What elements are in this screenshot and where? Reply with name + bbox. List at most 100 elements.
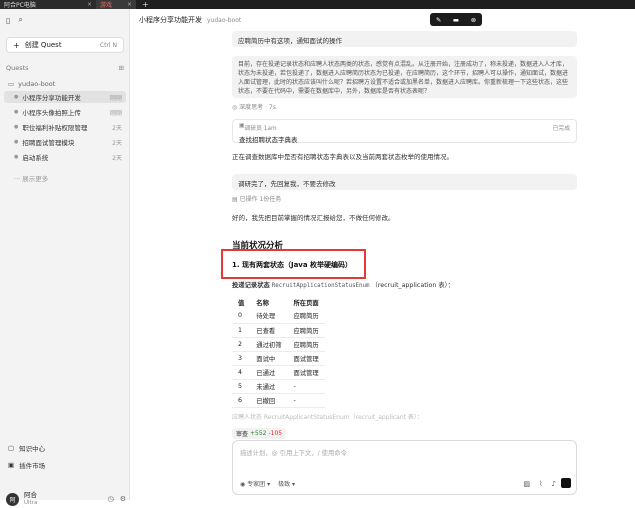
ai-message-1: 正在调查数据库中是否有招聘状态字典表以及当前两套状态枚举的使用情况。: [232, 153, 453, 161]
dot-icon: ●: [14, 124, 19, 130]
sidebar-item-interview[interactable]: ● 招聘面试管理模块 2天: [4, 136, 126, 148]
sidebar-item-label: 职位福利补贴权限管理: [22, 124, 88, 132]
filter-icon[interactable]: ⊞: [119, 64, 124, 72]
folder-icon: ▭: [8, 80, 15, 88]
attach-icon[interactable]: ⌇: [539, 480, 542, 488]
sidebar-item-benefits[interactable]: ● 职位福利补贴权限管理 2天: [4, 121, 126, 133]
table-cell: 3: [232, 351, 251, 366]
new-tab-icon[interactable]: +: [136, 0, 155, 9]
tab-game-label: 游戏: [100, 2, 113, 9]
sidebar-item-label: 小程序分享功能开发: [22, 94, 81, 102]
plugin-market-link[interactable]: ▣ 插件市场: [8, 460, 45, 470]
plugin-market-label: 插件市场: [19, 462, 46, 470]
quests-label: Quests: [6, 64, 29, 72]
keyboard-icon[interactable]: ▬: [453, 16, 459, 24]
message-input[interactable]: 描述计划，@ 引用上下文，/ 使用命令 ◉ 专家团 ▾ 极致 ▾ ▨ ⌇ ♪: [232, 440, 577, 495]
folder-label: yudao-boot: [18, 80, 56, 88]
table-row: 3 面试中 面试管理: [232, 351, 325, 366]
spinner-icon: ●: [14, 109, 19, 115]
op-status[interactable]: ▤ 已操作 1份任务: [232, 195, 281, 205]
table-row: 1 已查看 应聘简历: [232, 323, 325, 338]
table-row: 5 未通过 -: [232, 379, 325, 394]
close-icon[interactable]: ×: [127, 1, 132, 8]
close-icon[interactable]: ×: [87, 1, 92, 8]
status-table: 值 名称 所在页面 0 待处理 应聘简历 1 已查看 应聘简历 2 通过初筛 应聘简历 3面…: [232, 296, 325, 408]
chat-area: 应聘简历中有这项，通知面试的操作 目前，存在投递记录状态和应聘人状态两类的状态，…: [131, 31, 635, 500]
enum-description: 投递记录状态 RecruitApplicationStatusEnum （rec…: [232, 281, 454, 291]
table-header: 值: [238, 300, 245, 307]
tab-strip: 阿合PC电脑 × 游戏 × +: [0, 0, 635, 9]
new-quest-button[interactable]: + 创建 Quest Ctrl N: [6, 37, 124, 53]
sidebar-item-time: 刚刚: [109, 109, 122, 117]
table-cell: 已通过: [250, 365, 288, 380]
sidebar-item-time: 2天: [112, 139, 122, 147]
diff-summary[interactable]: 审查 +552 -105: [232, 428, 287, 439]
op-status-label: 已操作 1份任务: [239, 196, 282, 203]
tab-game[interactable]: 游戏 ×: [96, 0, 136, 9]
clock-icon[interactable]: ◷: [108, 495, 114, 503]
gear-icon[interactable]: ⚙: [120, 495, 126, 503]
input-placeholder: 描述计划，@ 引用上下文，/ 使用命令: [240, 450, 347, 457]
sidebar-item-label: 小程序头像拍照上传: [22, 109, 81, 117]
folder-item[interactable]: ▭ yudao-boot: [8, 80, 55, 88]
enum-suffix: （recruit_application 表）：: [371, 282, 455, 289]
knowledge-center-link[interactable]: ▢ 知识中心: [8, 443, 45, 453]
tab-pc[interactable]: 阿合PC电脑 ×: [0, 0, 96, 9]
thinking-status[interactable]: ◎ 深度思考 · 7s: [232, 103, 276, 113]
table-row: 2 通过初筛 应聘简历: [232, 337, 325, 352]
chat-header: 小程序分享功能开发 yudao-boot: [131, 9, 635, 31]
pin-icon[interactable]: ✎: [436, 16, 441, 24]
table-cell: 应聘简历: [287, 309, 325, 324]
sidebar-item-label: 启动系统: [22, 154, 49, 162]
model-selector[interactable]: 极致 ▾: [278, 479, 295, 488]
show-more-label: 展示更多: [22, 175, 49, 183]
sub-heading: 1. 现有两套状态（Java 枚举硬编码）: [232, 261, 353, 269]
sidebar-toggle-icon[interactable]: ▯: [6, 16, 10, 25]
table-cell: -: [287, 379, 325, 394]
new-quest-shortcut: Ctrl N: [99, 41, 117, 49]
diff-label: 审查: [236, 431, 249, 438]
table-cell: 6: [232, 393, 251, 408]
dot-icon: ●: [14, 154, 19, 160]
model-label: 极致: [278, 481, 291, 488]
tool-card-title: 调研员 1am: [244, 126, 277, 132]
table-cell: 已撤回: [250, 393, 288, 408]
sidebar-item-share[interactable]: ● 小程序分享功能开发 刚刚: [4, 91, 126, 103]
close-icon[interactable]: ⊗: [471, 16, 476, 24]
table-cell: 应聘简历: [287, 323, 325, 338]
image-icon[interactable]: ▨: [523, 480, 530, 488]
table-cell: 1: [232, 323, 251, 338]
faded-line: 应聘人状态 RecruitApplicantStatusEnum（recruit…: [232, 414, 423, 421]
show-more-link[interactable]: ··· 展示更多: [14, 173, 48, 183]
table-row: 4 已通过 面试管理: [232, 365, 325, 380]
chevron-down-icon: ▾: [292, 481, 296, 488]
tool-card-status: 已完成: [552, 126, 570, 132]
puzzle-icon: ▣: [8, 461, 15, 469]
knowledge-center-label: 知识中心: [19, 445, 46, 453]
mode-selector[interactable]: ◉ 专家团 ▾: [240, 479, 270, 488]
sidebar-toolbar: ▯ ⌕: [0, 9, 129, 31]
user-plan: Ultra: [24, 499, 38, 506]
send-button[interactable]: [561, 478, 571, 488]
diff-deletions: -105: [268, 430, 283, 437]
mic-icon[interactable]: ♪: [552, 480, 556, 488]
tool-card[interactable]: ▣ 调研员 1am 已完成 查找招聘状态字典表: [232, 119, 577, 144]
question-bubble: 目前，存在投递记录状态和应聘人状态两类的状态，感觉有点混乱。从注册开始，注册成功…: [232, 56, 577, 98]
plus-icon: +: [13, 40, 20, 50]
sidebar-item-start[interactable]: ● 启动系统 2天: [4, 151, 126, 163]
user-bubble: 应聘简历中有这项，通知面试的操作: [232, 31, 577, 47]
table-cell: 应聘简历: [287, 337, 325, 352]
table-header: 所在页面: [293, 300, 319, 307]
user-panel[interactable]: 阿 阿合 Ultra ◷ ⚙: [6, 490, 126, 508]
search-icon[interactable]: ⌕: [18, 15, 22, 25]
chevron-down-icon: ▾: [267, 481, 271, 488]
doc-icon: ▤: [232, 196, 240, 203]
spinner-icon: ●: [14, 94, 19, 100]
table-cell: 5: [232, 379, 251, 394]
tab-pc-label: 阿合PC电脑: [4, 2, 36, 9]
thinking-label: 深度思考 · 7s: [239, 104, 276, 111]
sidebar-item-avatar[interactable]: ● 小程序头像拍照上传 刚刚: [4, 106, 126, 118]
diff-additions: +552: [250, 430, 267, 437]
user-bubble-2: 调研完了，先回复我，不要去修改: [232, 174, 577, 190]
table-cell: 面试管理: [287, 365, 325, 380]
